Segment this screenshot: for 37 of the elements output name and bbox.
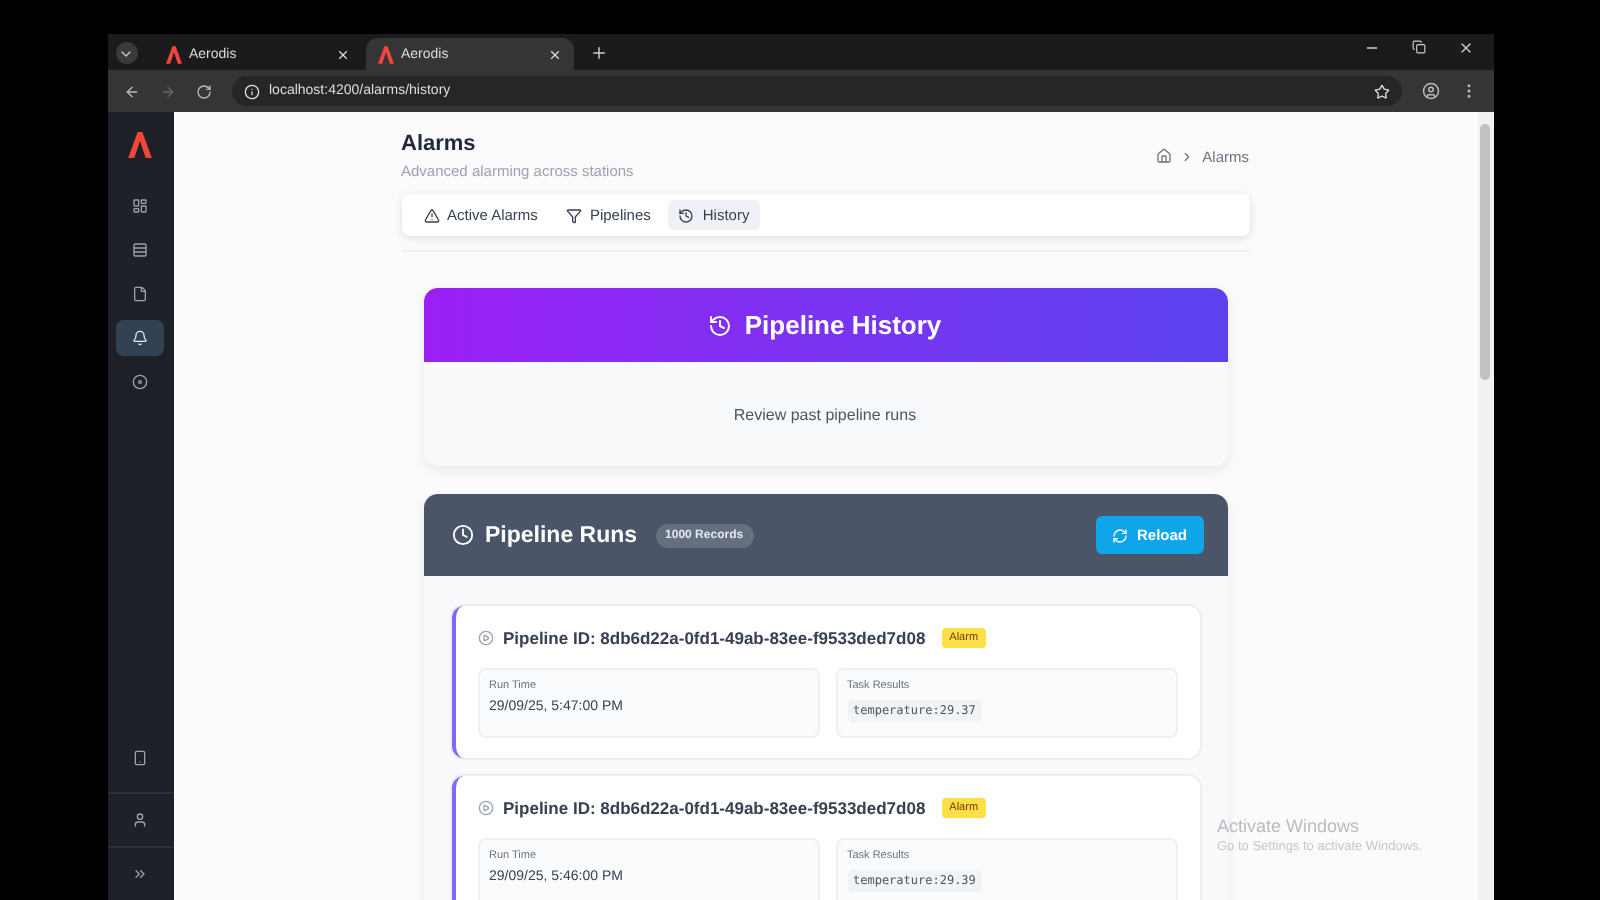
phone-icon[interactable] <box>132 750 148 766</box>
close-icon[interactable] <box>335 47 349 61</box>
restore-icon[interactable] <box>1411 39 1425 55</box>
tab-search-button[interactable] <box>115 42 137 64</box>
close-icon[interactable] <box>1457 39 1473 55</box>
pipeline-id: Pipeline ID: 8db6d22a-0fd1-49ab-83ee-f9533ded7d08 <box>503 628 926 648</box>
chevron-right-icon <box>1180 149 1195 163</box>
user-icon[interactable] <box>132 812 148 828</box>
close-icon[interactable] <box>547 47 561 61</box>
list-icon <box>132 242 148 258</box>
back-icon[interactable] <box>123 83 139 99</box>
scrollbar-thumb[interactable] <box>1480 124 1490 380</box>
disc-icon <box>132 374 148 390</box>
history-icon <box>678 207 695 223</box>
card-title: Pipeline History <box>744 310 942 340</box>
refresh-icon <box>1112 527 1129 543</box>
page-title: Alarms <box>401 132 478 156</box>
file-icon <box>132 286 148 302</box>
expand-icon[interactable] <box>132 866 148 882</box>
home-icon[interactable] <box>1156 148 1173 164</box>
dashboard-icon <box>132 198 148 214</box>
logo-icon <box>128 132 152 158</box>
reload-icon[interactable] <box>195 83 211 99</box>
activation-title: Activate Windows <box>1217 816 1362 836</box>
sidebar-item[interactable] <box>116 320 164 356</box>
filter-icon <box>565 207 582 223</box>
logo-icon <box>377 45 393 63</box>
history-icon <box>708 313 733 337</box>
bell-icon <box>132 330 148 346</box>
new-tab-icon[interactable] <box>589 44 607 62</box>
card-title: Pipeline Runs <box>485 523 638 547</box>
pipeline-id: Pipeline ID: 8db6d22a-0fd1-49ab-83ee-f9533ded7d08 <box>503 798 926 818</box>
clock-icon <box>451 524 473 546</box>
profile-icon[interactable] <box>1421 82 1439 100</box>
warning-icon <box>423 207 439 223</box>
logo-icon <box>165 45 181 63</box>
card-description: Review past pipeline runs <box>733 405 917 423</box>
